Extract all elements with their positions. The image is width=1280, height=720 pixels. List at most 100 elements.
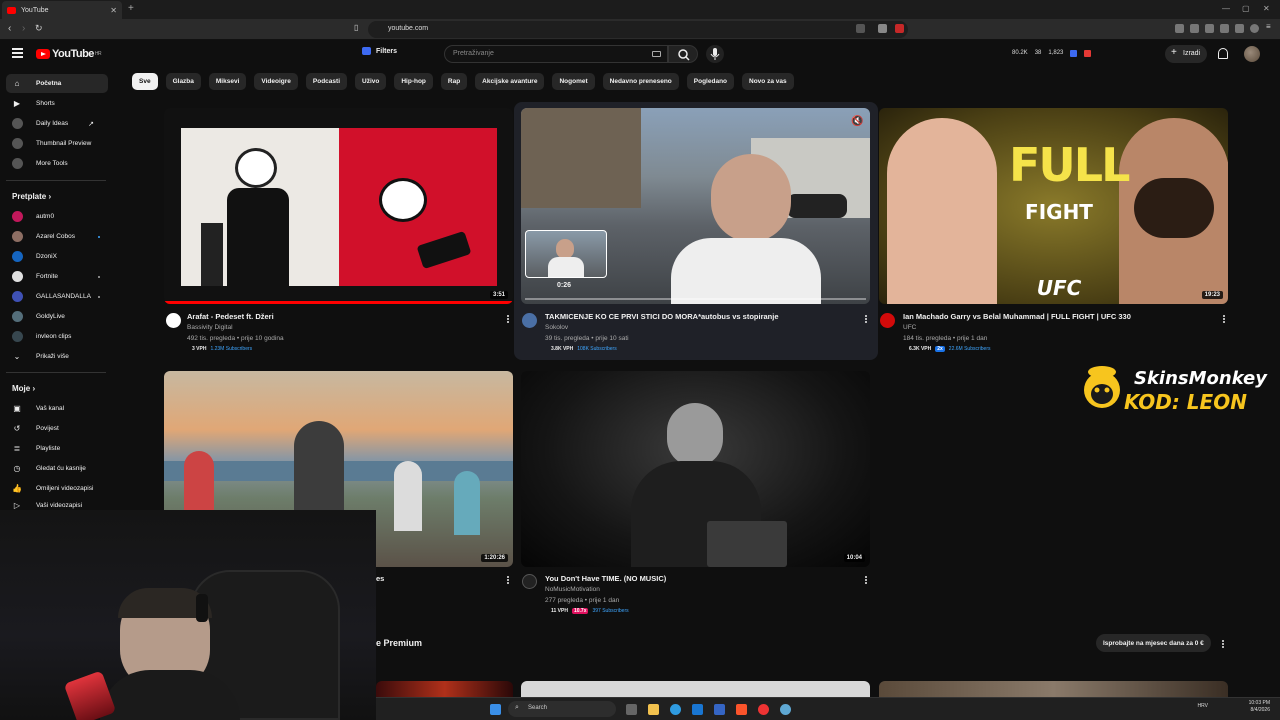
edge-icon[interactable] (670, 704, 681, 715)
video-thumbnail[interactable]: FULL FIGHT UFC 19:23 (879, 108, 1228, 304)
chip-all[interactable]: Sve (132, 73, 158, 90)
you-header[interactable]: Moje › (12, 384, 35, 393)
channel-name[interactable]: UFC (903, 324, 916, 331)
close-window-icon[interactable]: ✕ (1263, 4, 1270, 13)
chip[interactable]: Podcasti (305, 73, 347, 90)
telegram-icon[interactable] (780, 704, 791, 715)
chip[interactable]: Akcijske avanture (475, 73, 545, 90)
channel-avatar[interactable] (522, 313, 537, 328)
video-title[interactable]: TAKMICENJE KO CE PRVI STICI DO MORA*auto… (545, 312, 779, 321)
alert-icon[interactable] (895, 24, 904, 33)
channel-avatar[interactable] (166, 313, 181, 328)
sidebar-item-subscription[interactable]: invleon clips (6, 327, 108, 346)
close-tab-icon[interactable]: ✕ (110, 6, 117, 15)
extension-icon[interactable] (1175, 24, 1184, 33)
search-input[interactable]: Pretraživanje (444, 45, 668, 63)
subscriptions-header[interactable]: Pretplate › (12, 192, 51, 201)
back-icon[interactable]: ‹ (8, 23, 11, 34)
notifications-bell-icon[interactable] (1218, 48, 1228, 59)
video-thumbnail[interactable]: 🔇 0:26 (521, 108, 870, 304)
sidebar-toggle-icon[interactable] (1205, 24, 1214, 33)
youtube-logo[interactable]: YouTube HR (36, 48, 102, 60)
more-options-icon[interactable] (865, 318, 867, 320)
chip[interactable]: Glazba (165, 73, 201, 90)
channel-avatar[interactable] (880, 313, 895, 328)
channel-avatar[interactable] (522, 574, 537, 589)
premium-thumbnail[interactable] (521, 681, 870, 697)
filters-button[interactable]: Filters (362, 47, 397, 55)
chip[interactable]: Miksevi (208, 73, 247, 90)
maximize-icon[interactable]: ▢ (1242, 4, 1250, 13)
sidebar-item-subscription[interactable]: GoldyLive (6, 307, 108, 326)
more-options-icon[interactable] (1222, 643, 1224, 645)
more-options-icon[interactable] (507, 318, 509, 320)
brave-icon[interactable] (736, 704, 747, 715)
premium-trial-button[interactable]: Isprobajte na mjesec dana za 0 € (1096, 634, 1211, 652)
chip[interactable]: Uživo (355, 73, 387, 90)
task-view-icon[interactable] (626, 704, 637, 715)
video-title[interactable]: You Don't Have TIME. (NO MUSIC) (545, 574, 666, 583)
extension-icon[interactable] (1235, 24, 1244, 33)
file-explorer-icon[interactable] (648, 704, 659, 715)
screen-icon[interactable] (856, 24, 865, 33)
url-field[interactable]: youtube.com (368, 21, 908, 38)
more-options-icon[interactable] (865, 579, 867, 581)
sidebar-item-watch-later[interactable]: ◷ Gledat ću kasnije (6, 459, 108, 478)
video-title[interactable]: Arafat - Pedeset ft. Džeri (187, 312, 274, 321)
sidebar-item-your-channel[interactable]: ▣ Vaš kanal (6, 399, 108, 418)
video-thumbnail[interactable]: 10:04 (521, 371, 870, 567)
avatar[interactable] (1244, 46, 1260, 62)
windows-start-icon[interactable] (490, 704, 501, 715)
system-tray[interactable]: HRV 10:03 PM 8/4/2026 (1198, 700, 1270, 714)
menu-icon[interactable]: ≡ (1266, 22, 1275, 31)
sidebar-item-subscription[interactable]: autm0 (6, 207, 108, 226)
more-options-icon[interactable] (1223, 318, 1225, 320)
chip[interactable]: Videoigre (254, 73, 298, 90)
forward-icon[interactable]: › (22, 23, 25, 34)
shield-icon[interactable] (878, 24, 887, 33)
taskbar-search-input[interactable]: ⌕ Search (508, 701, 616, 717)
app-icon[interactable] (714, 704, 725, 715)
keyboard-icon[interactable] (652, 51, 661, 57)
store-icon[interactable] (692, 704, 703, 715)
extension-icon[interactable] (1190, 24, 1199, 33)
channel-name[interactable]: Sokolov (545, 324, 568, 331)
chip[interactable]: Hip-hop (394, 73, 433, 90)
sidebar-item-subscription[interactable]: Azarel Cobos (6, 227, 108, 246)
chip[interactable]: Novo za vas (742, 73, 794, 90)
video-thumbnail[interactable]: 3:51 (164, 108, 513, 304)
minimize-icon[interactable]: — (1222, 4, 1230, 13)
seek-bar[interactable] (525, 298, 866, 300)
chip[interactable]: Pogledano (686, 73, 735, 90)
brave-rewards-icon[interactable] (1250, 24, 1259, 33)
sidebar-item-daily-ideas[interactable]: Daily Ideas ↗ (6, 114, 108, 133)
video-title[interactable]: es (376, 574, 384, 583)
obs-icon[interactable] (758, 704, 769, 715)
sidebar-item-thumbnail-preview[interactable]: Thumbnail Preview (6, 134, 108, 153)
hamburger-menu-icon[interactable] (12, 48, 23, 58)
wallet-icon[interactable] (1220, 24, 1229, 33)
chip[interactable]: Nogomet (552, 73, 595, 90)
video-title[interactable]: Ian Machado Garry vs Belal Muhammad | FU… (903, 312, 1131, 321)
chip[interactable]: Nedavno preneseno (602, 73, 679, 90)
extension-badge-icon[interactable] (1070, 50, 1078, 57)
sidebar-item-more-tools[interactable]: More Tools (6, 154, 108, 173)
sidebar-item-home[interactable]: ⌂ Početna (6, 74, 108, 93)
muted-icon[interactable]: 🔇 (851, 116, 863, 127)
voice-search-button[interactable] (706, 45, 724, 63)
channel-name[interactable]: NoMusicMotivation (545, 586, 600, 593)
more-options-icon[interactable] (507, 579, 509, 581)
search-button[interactable] (668, 45, 698, 63)
sidebar-item-history[interactable]: ↺ Povijest (6, 419, 108, 438)
create-button[interactable]: + Izradi (1165, 45, 1207, 63)
sidebar-item-liked-videos[interactable]: 👍 Omiljeni videozapisi (6, 479, 108, 498)
new-tab-icon[interactable]: + (128, 3, 134, 14)
sidebar-item-playlists[interactable]: ≣ Playliste (6, 439, 108, 458)
sidebar-item-subscription[interactable]: GALLASANDALLA (6, 287, 108, 306)
chip[interactable]: Rap (440, 73, 468, 90)
bookmark-icon[interactable]: ▯ (354, 23, 358, 32)
reload-icon[interactable]: ↻ (35, 23, 43, 34)
sidebar-item-subscription[interactable]: Fortnite (6, 267, 108, 286)
sidebar-item-show-more[interactable]: ⌄ Prikaži više (6, 347, 108, 366)
sidebar-item-shorts[interactable]: ▶ Shorts (6, 94, 108, 113)
